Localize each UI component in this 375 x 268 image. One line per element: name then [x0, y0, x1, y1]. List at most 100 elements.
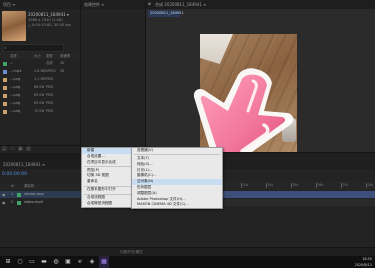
column-extra[interactable]: 帧速率 — [60, 53, 70, 59]
project-footer: ▤ ▭ ▣ ▥ — [0, 145, 80, 153]
item-size: 1.1 MB — [34, 77, 46, 81]
project-search-input[interactable] — [2, 44, 64, 52]
ruler-label: 04s — [267, 183, 274, 187]
project-list-item[interactable]: ...mp4 2.8 MB MPEG 30 — [0, 68, 80, 75]
menu-item[interactable]: MAXON CINEMA 4D 文件(C)... — [132, 202, 222, 208]
store-icon[interactable]: ▣ — [63, 256, 73, 268]
project-list-item[interactable]: ...png 68 KB PNG — [0, 84, 80, 91]
item-name: ...png — [10, 77, 21, 81]
project-list-item[interactable]: ...png 89 KB PNG — [0, 92, 80, 99]
search-icon: ⌕ — [4, 45, 7, 51]
layer-name[interactable]: sticker.png — [24, 191, 44, 198]
menu-item-label: 在基本图形中打开 — [87, 187, 116, 192]
item-type: PNG — [46, 93, 54, 97]
effects-panel — [81, 0, 146, 152]
timecode-display[interactable]: 0:00:00:00 — [2, 171, 27, 178]
item-name: ... — [10, 61, 14, 65]
column-type[interactable]: 类型 — [46, 53, 53, 59]
layer-number: 2 — [11, 200, 14, 204]
menu-item-label: MAXON CINEMA 4D 文件(C)... — [137, 202, 189, 207]
file-type-icon — [3, 109, 7, 114]
menu-item-label: 合成微型流程图 — [87, 200, 113, 205]
column-size[interactable]: 大小 — [34, 53, 41, 59]
item-type: MPEG — [46, 69, 56, 73]
lock-icon[interactable]: ▪ — [148, 0, 151, 9]
timeline-tab-label[interactable]: 20200811_184941 ≡ — [3, 161, 45, 169]
new-folder-icon[interactable]: ▭ — [10, 146, 15, 153]
item-type: 合成 — [46, 61, 53, 65]
project-thumbnail — [2, 11, 26, 41]
item-name: ...png — [10, 93, 21, 97]
file-type-icon — [3, 85, 7, 90]
menu-item-label: 在项目中显示合成 — [87, 159, 116, 164]
project-list-item[interactable]: ...png 65 KB PNG — [0, 100, 80, 107]
project-info-resolution: 1080 x 1920 (1.00) — [28, 18, 63, 22]
windows-icon[interactable]: ⊞ — [3, 256, 13, 268]
item-size: 65 KB — [34, 101, 44, 105]
item-extra: 30 — [60, 61, 65, 65]
column-source-name[interactable]: 源名称 — [24, 183, 34, 190]
ruler-label: 03s — [242, 183, 249, 187]
ruler-label: 07s — [342, 183, 349, 187]
menu-item[interactable]: 在基本图形中打开 — [82, 187, 138, 193]
folder-icon[interactable]: ▬ — [39, 256, 49, 268]
item-size: 2.8 MB — [34, 69, 46, 73]
menu-item-label: 文本(T) — [137, 155, 150, 160]
project-list-item[interactable]: ...png 1.1 MB PNG — [0, 76, 80, 83]
project-info-duration: △ 0:00:10:00, 30.00 fps — [28, 23, 71, 27]
ae-icon[interactable]: ▦ — [99, 256, 109, 268]
new-composition-icon[interactable]: ▣ — [18, 146, 23, 153]
menu-item-label: 合成流程图 — [87, 195, 105, 200]
file-type-icon — [3, 101, 7, 106]
taskbar: ⊞ ○ ▭ ▬ ◍ ▣ ℯ ◈ ▦ — [0, 256, 375, 268]
project-list-item[interactable]: ... 合成 30 — [0, 60, 80, 67]
ruler-label: 05s — [292, 183, 299, 187]
menu-item-label: 调整图层(A) — [137, 190, 157, 195]
menu-item-label: 查看器(V) — [137, 148, 154, 152]
task-view-icon[interactable]: ▭ — [27, 256, 37, 268]
menu-item-label: 新建 — [87, 148, 95, 152]
project-info-title[interactable]: 20200811_184941 ▾ — [28, 12, 69, 17]
ruler-label: 06s — [317, 183, 324, 187]
project-list-item[interactable]: ...png 70 KB PNG — [0, 108, 80, 115]
eye-icon[interactable]: ◉ — [2, 191, 6, 198]
item-type: PNG — [46, 109, 54, 113]
interpret-footage-icon[interactable]: ▤ — [2, 146, 7, 153]
menu-item-label: 空对象(N) — [137, 179, 154, 184]
menu-item[interactable]: 查看器(V) — [132, 148, 222, 154]
menu-item[interactable]: 在项目中显示合成 — [82, 160, 138, 166]
composition-tab-label[interactable]: 合成 20200811_184941 ≡ — [155, 0, 207, 9]
layer-label-color[interactable] — [17, 192, 21, 197]
ruler-label: 08s — [367, 183, 374, 187]
layer-label-color[interactable] — [17, 200, 21, 205]
menu-item-label: 形状图层 — [137, 184, 152, 189]
project-tab-label[interactable]: 项目 ≡ — [3, 0, 16, 9]
menu-item-label: 合成设置... — [87, 153, 105, 158]
layer-number: 1 — [11, 192, 14, 196]
menu-item-label: Adobe Photoshop 文件(H)... — [137, 196, 186, 201]
column-layer-number: # — [11, 184, 14, 188]
menu-item[interactable]: 合成微型流程图 — [82, 201, 138, 207]
clock-date: 2020/8/11 — [354, 263, 372, 267]
edge-icon[interactable]: ℯ — [75, 256, 85, 268]
search-icon[interactable]: ○ — [15, 256, 25, 268]
app-icon[interactable]: ◈ — [87, 256, 97, 268]
layer-name[interactable]: video.mp4 — [24, 199, 43, 206]
taskbar-clock[interactable]: 18:50 2020/8/11 — [355, 256, 372, 268]
item-name: ...png — [10, 85, 21, 89]
menu-item-label: 灯光(L)... — [137, 167, 153, 172]
browser-icon[interactable]: ◍ — [51, 256, 61, 268]
item-name: ...png — [10, 109, 21, 113]
file-type-icon — [3, 69, 7, 74]
file-type-icon — [3, 77, 7, 82]
eye-icon[interactable]: ◉ — [2, 199, 6, 206]
file-type-icon — [3, 93, 7, 98]
effects-tab-label[interactable]: 效果控件 ≡ — [84, 0, 105, 9]
project-column-header: 名称 大小 类型 帧速率 — [0, 53, 80, 59]
column-name[interactable]: 名称 — [10, 53, 17, 59]
item-name: ...png — [10, 101, 21, 105]
composition-subtab-label[interactable]: 20200811_184941 — [150, 10, 184, 17]
item-type: PNG — [46, 101, 54, 105]
menu-item[interactable]: 重命名 — [82, 179, 138, 185]
trash-icon[interactable]: ▥ — [26, 146, 31, 153]
